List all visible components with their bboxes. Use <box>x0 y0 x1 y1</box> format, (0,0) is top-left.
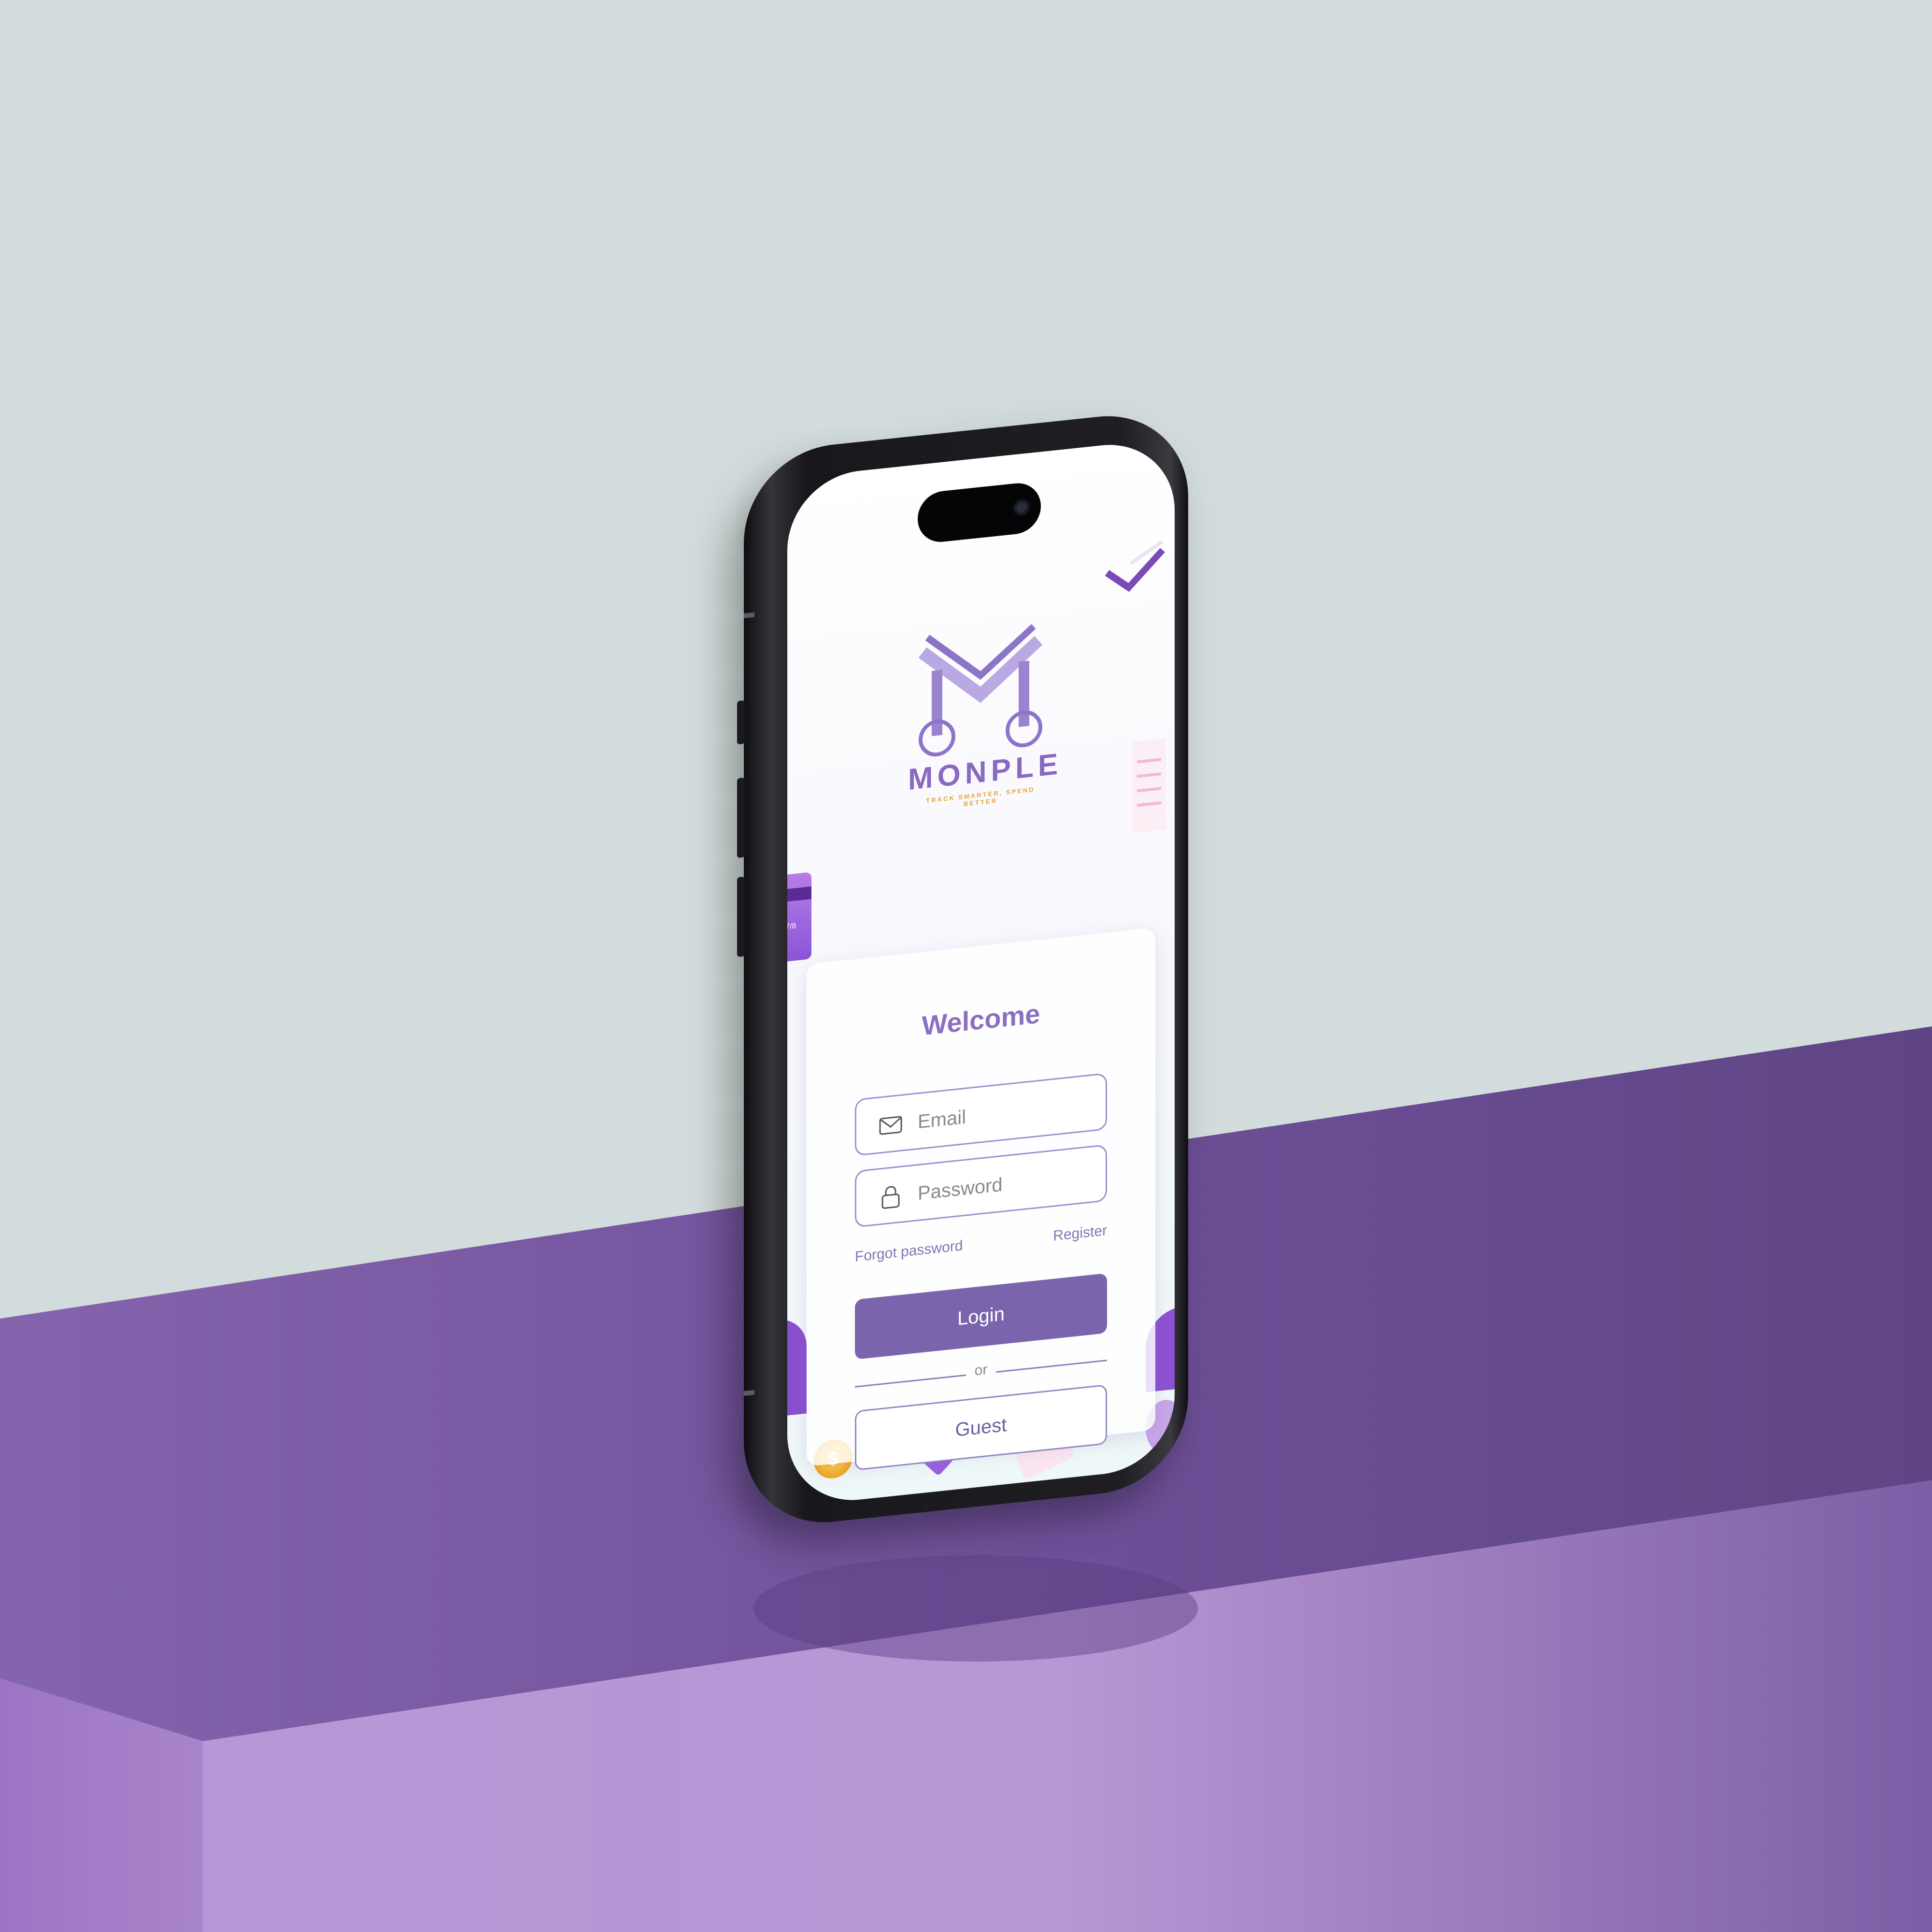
phone-screen: 7/8 $ MONPLE TRACK SMARTER, SPEND BETTER… <box>787 438 1175 1507</box>
login-button[interactable]: Login <box>855 1273 1107 1360</box>
checkmark-icon <box>1105 540 1165 592</box>
phone-mockup: 7/8 $ MONPLE TRACK SMARTER, SPEND BETTER… <box>737 407 1188 1531</box>
document-icon <box>1132 738 1166 834</box>
credit-card-icon: 7/8 <box>787 872 811 962</box>
volume-down-button <box>737 876 745 957</box>
register-link[interactable]: Register <box>1053 1222 1107 1245</box>
login-card: Welcome Forgot password Register Login <box>807 927 1155 1471</box>
password-input[interactable] <box>917 1156 1096 1212</box>
decor-shape <box>787 1317 807 1417</box>
email-input[interactable] <box>917 1085 1096 1141</box>
volume-up-button <box>737 777 745 858</box>
envelope-icon <box>879 1116 902 1135</box>
lock-icon <box>881 1186 900 1209</box>
email-field[interactable] <box>855 1072 1107 1156</box>
action-button <box>737 700 745 745</box>
camera-icon <box>1013 497 1030 517</box>
dynamic-island <box>918 481 1041 545</box>
password-field[interactable] <box>855 1144 1107 1228</box>
monple-m-icon <box>918 624 1043 757</box>
forgot-password-link[interactable]: Forgot password <box>855 1237 963 1265</box>
card-stripe <box>787 886 811 902</box>
card-number: 7/8 <box>787 922 796 931</box>
welcome-title: Welcome <box>922 998 1040 1041</box>
